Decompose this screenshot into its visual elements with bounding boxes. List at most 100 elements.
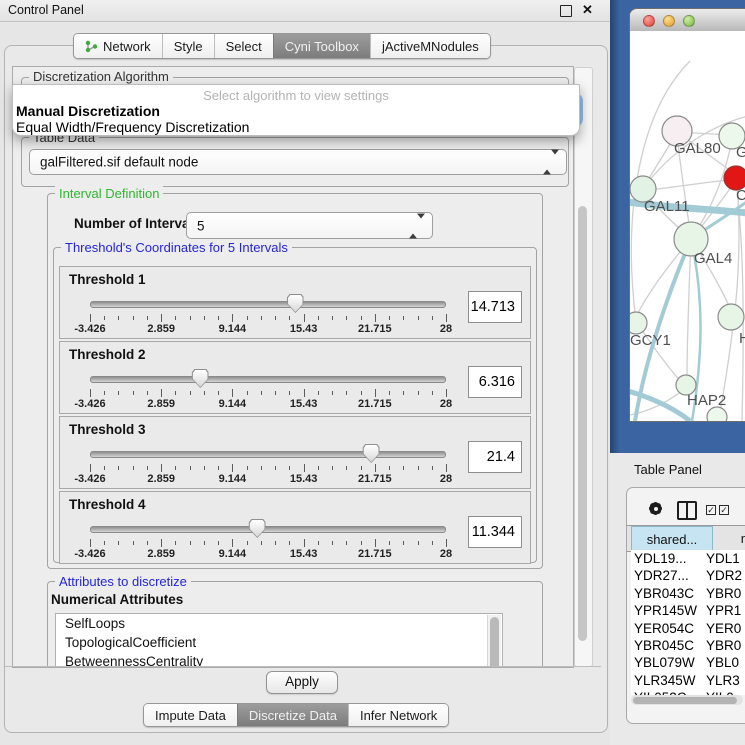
table-data-combobox[interactable]: galFiltered.sif default node [29, 149, 567, 175]
threshold-4-slider[interactable]: -3.4262.8599.14415.4321.71528 [90, 518, 446, 560]
tab-select[interactable]: Select [214, 34, 273, 58]
apply-divider [5, 666, 601, 667]
network-window-titlebar[interactable] [630, 9, 745, 32]
tick-mark [247, 466, 248, 470]
tick-mark [190, 316, 191, 320]
algorithm-option-manual[interactable]: Manual Discretization [13, 103, 579, 119]
threshold-2-slider[interactable]: -3.4262.8599.14415.4321.71528 [90, 368, 446, 410]
tick-mark [161, 539, 162, 547]
cell-shared-name[interactable]: YBR045C [634, 637, 694, 654]
tab-discretize-data[interactable]: Discretize Data [237, 704, 348, 726]
number-of-intervals-combobox[interactable]: 5 [186, 212, 433, 239]
close-panel-icon[interactable]: ✕ [582, 2, 593, 18]
tick-label: 2.859 [147, 473, 175, 485]
node-label: GAL4 [694, 250, 732, 267]
table-row[interactable]: YBR043C YBR0 [631, 585, 745, 602]
select-all-columns-icon[interactable]: ✓ [719, 505, 729, 515]
minimize-window-icon[interactable] [663, 15, 675, 27]
node-bottom-partial[interactable] [707, 407, 727, 421]
tab-cyni-toolbox[interactable]: Cyni Toolbox [273, 34, 370, 58]
cell-name[interactable]: YDR2 [706, 567, 742, 584]
cell-name[interactable]: YER0 [706, 620, 741, 637]
settings-vertical-scrollbar[interactable] [574, 67, 593, 667]
tab-style[interactable]: Style [162, 34, 214, 58]
tick-mark [289, 391, 290, 395]
cell-name[interactable]: YPR1 [706, 602, 741, 619]
table-row[interactable]: YDL19... YDL1 [631, 550, 745, 567]
column-header-name[interactable]: na [713, 526, 745, 551]
network-view-window[interactable]: GAL80 G C GAL11 GAL4 GCY1 H HAP2 [629, 8, 745, 422]
close-window-icon[interactable] [643, 15, 655, 27]
table-horizontal-scrollbar[interactable] [631, 695, 743, 705]
algorithm-placeholder: Select algorithm to view settings [13, 88, 579, 103]
slider-track[interactable] [90, 526, 446, 533]
tab-infer-network[interactable]: Infer Network [348, 704, 448, 726]
slider-thumb[interactable] [249, 519, 266, 538]
threshold-4-value-field[interactable]: 11.344 [468, 516, 522, 548]
cell-shared-name[interactable]: YER054C [634, 620, 694, 637]
table-row[interactable]: YDR27... YDR2 [631, 567, 745, 584]
slider-track[interactable] [90, 376, 446, 383]
attributes-list-scrollbar[interactable] [487, 615, 501, 668]
zoom-window-icon[interactable] [683, 15, 695, 27]
threshold-1-value-field[interactable]: 14.713 [468, 291, 522, 323]
slider-ticks [90, 314, 446, 322]
node-h[interactable] [718, 304, 744, 330]
numerical-attribute-item[interactable]: TopologicalCoefficient [56, 633, 502, 652]
cell-shared-name[interactable]: YDR27... [634, 567, 689, 584]
table-row[interactable]: YBR045C YBR0 [631, 637, 745, 654]
cell-shared-name[interactable]: YDL19... [634, 550, 687, 567]
cell-shared-name[interactable]: YLR345W [634, 672, 696, 689]
threshold-2-value-field[interactable]: 6.316 [468, 366, 522, 398]
tab-network[interactable]: Network [74, 34, 162, 58]
table-row[interactable]: YER054C YER0 [631, 620, 745, 637]
apply-button[interactable]: Apply [266, 671, 338, 694]
slider-track[interactable] [90, 301, 446, 308]
cell-name[interactable]: YBR0 [706, 585, 741, 602]
cell-name[interactable]: YLR3 [706, 672, 740, 689]
split-columns-icon[interactable] [677, 501, 697, 520]
cell-shared-name[interactable]: YBR043C [634, 585, 694, 602]
cell-name[interactable]: YBR0 [706, 637, 741, 654]
cell-shared-name[interactable]: YPR145W [634, 602, 697, 619]
select-columns-icon[interactable]: ✓ [706, 505, 716, 515]
threshold-4-panel: Threshold 4 -3.4262.8599.14415.4321.7152… [59, 491, 531, 564]
slider-ticks [90, 389, 446, 397]
column-header-shared-name[interactable]: shared... [631, 526, 713, 551]
node-gcy1[interactable] [630, 312, 647, 334]
numerical-attribute-item[interactable]: SelfLoops [56, 614, 502, 633]
tick-mark [204, 391, 205, 395]
stepper-arrows-icon[interactable] [409, 218, 425, 233]
tick-mark [275, 391, 276, 395]
slider-track[interactable] [90, 451, 446, 458]
cell-shared-name[interactable]: YBL079W [634, 654, 695, 671]
network-canvas[interactable]: GAL80 G C GAL11 GAL4 GCY1 H HAP2 [630, 31, 745, 421]
slider-thumb[interactable] [287, 294, 304, 313]
threshold-3-slider[interactable]: -3.4262.8599.14415.4321.71528 [90, 443, 446, 485]
scrollbar-thumb[interactable] [490, 617, 499, 668]
algorithm-option-equal-width[interactable]: Equal Width/Frequency Discretization [13, 119, 579, 135]
threshold-3-value-field[interactable]: 21.4 [468, 441, 522, 473]
gear-icon[interactable] [647, 500, 664, 517]
table-row[interactable]: YLR345W YLR3 [631, 672, 745, 689]
float-panel-icon[interactable] [560, 5, 572, 17]
tick-mark [318, 391, 319, 395]
table-row[interactable]: YBL079W YBL0 [631, 654, 745, 671]
tick-mark [318, 541, 319, 545]
network-icon [85, 40, 98, 53]
tab-select-label: Select [226, 39, 262, 54]
tick-label: 15.43 [290, 473, 318, 485]
slider-thumb[interactable] [363, 444, 380, 463]
threshold-1-slider[interactable]: -3.4262.8599.14415.4321.71528 [90, 293, 446, 335]
stepper-arrows-icon[interactable] [543, 155, 559, 170]
tick-mark [346, 466, 347, 470]
tab-impute-data[interactable]: Impute Data [144, 704, 237, 726]
tab-jactivemnodules[interactable]: jActiveMNodules [370, 34, 490, 58]
cell-name[interactable]: YBL0 [706, 654, 739, 671]
scrollbar-thumb[interactable] [633, 697, 737, 704]
slider-thumb[interactable] [192, 369, 209, 388]
tick-mark [375, 464, 376, 472]
table-row[interactable]: YPR145W YPR1 [631, 602, 745, 619]
scrollbar-thumb[interactable] [578, 206, 587, 641]
cell-name[interactable]: YDL1 [706, 550, 740, 567]
